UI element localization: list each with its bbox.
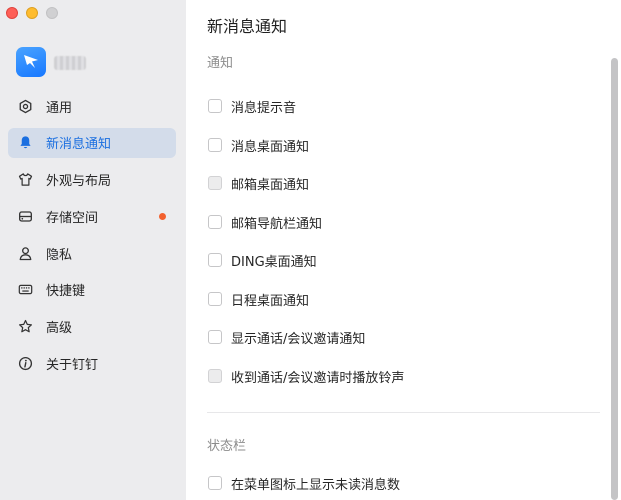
- checkbox[interactable]: [208, 330, 222, 344]
- section-title-status-bar: 状态栏: [207, 439, 247, 454]
- bell-icon: [17, 135, 33, 151]
- settings-window: 通用 新消息通知 外观与布局 存储空间 隐私 快捷键 高级 关于钉钉 新消息通知…: [0, 0, 621, 500]
- option-ding-desktop-notification[interactable]: DING桌面通知: [208, 250, 317, 270]
- sidebar-item-privacy[interactable]: 隐私: [8, 238, 176, 268]
- checkbox[interactable]: [208, 138, 222, 152]
- page-title: 新消息通知: [207, 17, 288, 36]
- option-menu-icon-unread-count[interactable]: 在菜单图标上显示未读消息数: [208, 473, 400, 493]
- checkbox[interactable]: [208, 99, 222, 113]
- sidebar-item-label: 通用: [46, 100, 73, 116]
- sidebar-item-label: 外观与布局: [46, 174, 112, 190]
- user-name-blurred: [54, 56, 86, 70]
- sidebar-item-label: 存储空间: [46, 210, 99, 226]
- option-message-desktop-notification[interactable]: 消息桌面通知: [208, 135, 309, 155]
- option-mail-desktop-notification[interactable]: 邮箱桌面通知: [208, 173, 309, 193]
- settings-panel: 新消息通知 通知 消息提示音 消息桌面通知 邮箱桌面通知 邮箱导航栏通知 DIN…: [186, 0, 621, 500]
- option-label: 邮箱导航栏通知: [231, 216, 323, 232]
- option-label: 在菜单图标上显示未读消息数: [231, 477, 401, 493]
- option-call-invite-notification[interactable]: 显示通话/会议邀请通知: [208, 327, 365, 347]
- option-label: 显示通话/会议邀请通知: [231, 331, 366, 347]
- sidebar-nav: 通用 新消息通知 外观与布局 存储空间 隐私 快捷键 高级 关于钉钉: [8, 91, 176, 385]
- sidebar-item-label: 新消息通知: [46, 137, 112, 153]
- storage-alert-badge: [159, 213, 166, 221]
- section-divider: [207, 412, 600, 413]
- close-window-button[interactable]: [6, 7, 18, 19]
- sidebar-item-storage[interactable]: 存储空间: [8, 201, 176, 231]
- section-title-notifications: 通知: [207, 56, 234, 71]
- sidebar-item-advanced[interactable]: 高级: [8, 312, 176, 342]
- sidebar-item-label: 关于钉钉: [46, 358, 99, 374]
- zoom-window-button[interactable]: [46, 7, 58, 19]
- option-mail-navbar-notification[interactable]: 邮箱导航栏通知: [208, 212, 322, 232]
- vertical-scrollbar[interactable]: [611, 58, 618, 500]
- option-label: 邮箱桌面通知: [231, 177, 310, 193]
- shirt-icon: [17, 172, 33, 188]
- keyboard-icon: [17, 282, 33, 298]
- option-message-sound[interactable]: 消息提示音: [208, 96, 296, 116]
- checkbox[interactable]: [208, 253, 222, 267]
- star-icon: [17, 319, 33, 335]
- option-label: 日程桌面通知: [231, 293, 310, 309]
- window-controls: [6, 7, 58, 19]
- sidebar-item-notifications[interactable]: 新消息通知: [8, 127, 176, 158]
- minimize-window-button[interactable]: [26, 7, 38, 19]
- sidebar-item-appearance[interactable]: 外观与布局: [8, 165, 176, 195]
- option-label: 消息提示音: [231, 100, 297, 116]
- sidebar: 通用 新消息通知 外观与布局 存储空间 隐私 快捷键 高级 关于钉钉: [0, 0, 186, 500]
- option-calendar-desktop-notification[interactable]: 日程桌面通知: [208, 289, 309, 309]
- option-label: 消息桌面通知: [231, 139, 310, 155]
- sidebar-item-about[interactable]: 关于钉钉: [8, 349, 176, 379]
- sidebar-item-shortcuts[interactable]: 快捷键: [8, 275, 176, 305]
- option-label: 收到通话/会议邀请时播放铃声: [231, 370, 405, 386]
- sidebar-item-label: 快捷键: [46, 284, 86, 300]
- gear-icon: [17, 98, 33, 114]
- checkbox[interactable]: [208, 476, 222, 490]
- person-icon: [17, 245, 33, 261]
- info-icon: [17, 356, 33, 372]
- option-call-invite-ringtone[interactable]: 收到通话/会议邀请时播放铃声: [208, 366, 404, 386]
- checkbox[interactable]: [208, 369, 222, 383]
- app-logo-icon: [16, 47, 46, 77]
- sidebar-item-label: 高级: [46, 321, 73, 337]
- sidebar-item-label: 隐私: [46, 247, 73, 263]
- checkbox[interactable]: [208, 292, 222, 306]
- option-label: DING桌面通知: [231, 254, 317, 270]
- sidebar-item-general[interactable]: 通用: [8, 91, 176, 121]
- checkbox[interactable]: [208, 215, 222, 229]
- storage-icon: [17, 208, 33, 224]
- checkbox[interactable]: [208, 176, 222, 190]
